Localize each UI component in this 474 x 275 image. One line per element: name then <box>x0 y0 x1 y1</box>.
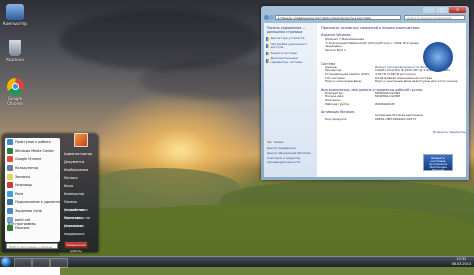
control-panel-home-link[interactable]: Панель управления — домашняя страница <box>264 23 317 36</box>
link-label: Настройка удаленного доступа <box>270 41 307 50</box>
computer-icon <box>6 4 24 20</box>
performance-link[interactable]: Счетчики и средства производительности <box>267 156 315 164</box>
explorer-icon[interactable] <box>14 258 32 268</box>
program-icon <box>7 182 13 189</box>
start-menu-item[interactable]: Приступая к работе <box>5 138 60 147</box>
info-row: Перо и сенсорный ввод: Перо и сенсорный в… <box>317 80 466 84</box>
search-input[interactable]: Поиск в панели управления <box>404 15 465 20</box>
remote-settings-link[interactable]: Настройка удаленного доступа <box>264 42 317 51</box>
info-key: Перо и сенсорный ввод: <box>325 79 362 84</box>
start-menu-item-label: Пасьянс <box>15 226 30 231</box>
activation-heading: Активация Windows <box>321 110 355 115</box>
start-menu-item-label: Подключение к удаленному рабочему столу <box>15 200 60 205</box>
desktop-icon-label: Корзина <box>6 57 24 62</box>
start-menu-item[interactable]: Записки <box>5 172 60 181</box>
program-icon <box>7 225 13 232</box>
shield-icon <box>266 44 269 48</box>
start-menu-item[interactable]: Подключение к удаленному рабочему столу <box>5 198 60 207</box>
start-menu-place[interactable]: Администратор <box>62 150 96 158</box>
start-menu-item[interactable]: Калькулятор <box>5 164 60 173</box>
start-menu-place[interactable]: Музыка <box>62 174 96 182</box>
start-menu-place[interactable]: Панель управления <box>62 198 96 212</box>
change-settings-link[interactable]: Изменить параметры <box>433 130 466 134</box>
link-label: Диспетчер устройств <box>270 36 305 40</box>
windows-logo-icon <box>423 42 453 72</box>
start-menu-item-label: Windows Media Center <box>15 148 54 153</box>
windows-update-link[interactable]: Центр обновления Windows <box>267 151 311 155</box>
start-menu-places: Администратор Документы Изображения Музыка И… <box>62 140 96 236</box>
system-window: – □ ✕ ▸ Панель управления ▸ Система и бе… <box>261 6 469 180</box>
forward-button[interactable] <box>269 15 274 20</box>
address-bar[interactable]: ▸ Панель управления ▸ Система и безопасн… <box>275 15 401 20</box>
start-menu-item-label: Paint <box>15 191 24 196</box>
clock-date: 06.03.2014 <box>451 261 471 266</box>
start-menu-place[interactable]: Компьютер <box>62 190 96 198</box>
hill <box>80 168 240 208</box>
taskbar: 13:32 06.03.2014 <box>0 256 474 268</box>
minimize-button[interactable]: – <box>423 7 435 13</box>
start-menu-item-label: Калькулятор <box>15 166 39 171</box>
info-row: Код продукта: 00426-OEM-8992662-00173 <box>317 116 466 122</box>
left-pane: Панель управления — домашняя страница Ди… <box>264 23 317 177</box>
shield-icon <box>266 37 269 41</box>
info-value: Перо и сенсорный ввод недоступны для это… <box>375 80 458 84</box>
advanced-settings-link[interactable]: Дополнительные параметры системы <box>264 56 317 65</box>
program-icon <box>7 147 13 154</box>
program-icon <box>7 156 13 163</box>
program-icon <box>7 199 13 206</box>
recycle-bin-icon <box>9 40 21 56</box>
chrome-icon[interactable] <box>50 258 68 268</box>
maximize-button[interactable]: □ <box>436 7 448 13</box>
program-icon <box>7 190 13 197</box>
action-center-link[interactable]: Центр поддержки <box>267 146 296 150</box>
desktop-icon-computer[interactable]: Компьютер <box>0 4 30 26</box>
genuine-label: Выберите настоящее программное обеспечен… <box>428 157 448 172</box>
start-menu: Приступая к работе Windows Media Center Go… <box>2 133 98 253</box>
shield-icon <box>266 51 269 56</box>
start-search-input[interactable]: Найти программы и файлы <box>6 243 58 249</box>
start-menu-item[interactable]: Ножницы <box>5 181 60 190</box>
start-menu-item[interactable]: Google Chrome <box>5 155 60 164</box>
info-key: Рабочая группа: <box>325 101 350 106</box>
start-menu-item-label: Ножницы <box>15 183 33 188</box>
genuine-microsoft-badge[interactable]: Выберите настоящее программное обеспечен… <box>423 154 453 172</box>
start-menu-item-label: Приступая к работе <box>15 140 51 145</box>
shutdown-button[interactable]: Завершение работы <box>64 241 88 253</box>
desktop-icon-recycle-bin[interactable]: Корзина <box>0 40 30 62</box>
desktop-icon-label: Google Chrome <box>7 96 23 106</box>
desktop-icon-label: Компьютер <box>3 21 27 26</box>
info-value: WORKGROUP <box>375 102 395 106</box>
start-menu-programs: Приступая к работе Windows Media Center Go… <box>5 138 60 242</box>
start-menu-item[interactable]: Экранная лупа <box>5 207 60 216</box>
link-label: Защита системы <box>270 50 298 55</box>
media-player-icon[interactable] <box>32 258 50 268</box>
info-row: Рабочая группа: WORKGROUP <box>317 101 466 107</box>
info-value: 00426-OEM-8992662-00173 <box>375 117 417 121</box>
start-menu-item[interactable]: Windows Media Center <box>5 147 60 156</box>
program-icon <box>7 173 13 180</box>
start-menu-item-label: Записки <box>15 174 30 179</box>
start-menu-place[interactable]: Документы <box>62 158 96 166</box>
start-menu-item-label: Экранная лупа <box>15 209 42 214</box>
close-button[interactable]: ✕ <box>449 7 466 13</box>
see-also-heading: См. также <box>267 140 284 144</box>
start-menu-place[interactable]: Устройства и принтеры <box>62 206 96 220</box>
program-icon <box>7 208 13 215</box>
link-label: Дополнительные параметры системы <box>270 56 303 64</box>
info-key: Код продукта: <box>325 116 348 121</box>
start-menu-place[interactable]: Программы по умолчанию <box>62 214 96 228</box>
start-menu-place[interactable]: Игры <box>62 182 96 190</box>
page-title: Просмотр основных сведений о вашем компь… <box>321 26 420 30</box>
program-icon <box>7 165 13 172</box>
chrome-icon <box>6 78 24 95</box>
shield-icon <box>266 59 269 63</box>
start-menu-item[interactable]: Paint <box>5 190 60 199</box>
desktop-icon-chrome[interactable]: Google Chrome <box>0 78 30 106</box>
start-menu-place[interactable]: Изображения <box>62 166 96 174</box>
program-icon <box>7 139 13 146</box>
start-menu-item-label: Google Chrome <box>15 157 42 162</box>
taskbar-clock[interactable]: 13:32 06.03.2014 <box>452 257 471 266</box>
start-menu-place[interactable]: Справка и поддержка <box>62 222 96 236</box>
all-programs-button[interactable]: Все программы <box>8 222 36 226</box>
